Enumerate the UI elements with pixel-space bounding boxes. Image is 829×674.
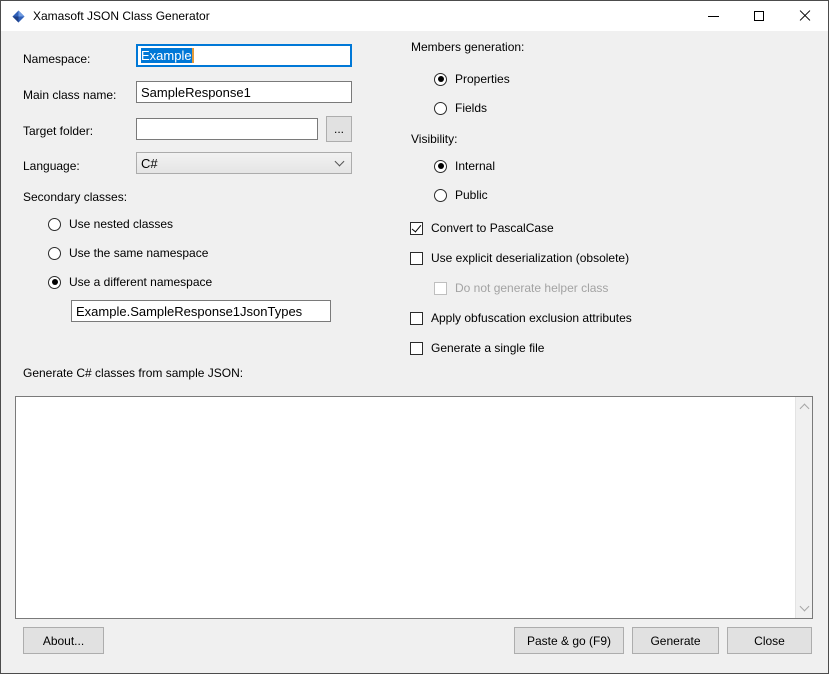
main-class-input[interactable]: SampleResponse1 [136,81,352,103]
radio-label: Fields [455,101,487,115]
scroll-up-icon[interactable] [799,404,809,414]
secondary-namespace-input[interactable]: Example.SampleResponse1JsonTypes [71,300,331,322]
radio-use-different-namespace[interactable]: Use a different namespace [48,275,212,289]
checkbox-icon [410,312,423,325]
radio-label: Internal [455,159,495,173]
target-folder-label: Target folder: [23,124,93,138]
namespace-label: Namespace: [23,52,90,66]
radio-icon [48,247,61,260]
secondary-namespace-value: Example.SampleResponse1JsonTypes [76,304,302,319]
json-input-area[interactable] [15,396,813,619]
paste-go-button-label: Paste & go (F9) [527,634,611,648]
form-content: Namespace: Example Main class name: Samp… [1,31,828,673]
main-class-value: SampleResponse1 [141,85,251,100]
checkbox-obfuscation-exclusion[interactable]: Apply obfuscation exclusion attributes [410,311,632,325]
checkbox-icon [410,222,423,235]
radio-icon [434,160,447,173]
radio-label: Use nested classes [69,217,173,231]
window-title: Xamasoft JSON Class Generator [33,9,690,23]
namespace-value: Example [141,48,192,63]
checkbox-label: Generate a single file [431,341,544,355]
radio-icon [48,218,61,231]
checkbox-icon [434,282,447,295]
radio-public[interactable]: Public [434,188,488,202]
minimize-button[interactable] [690,1,736,31]
scroll-down-icon[interactable] [799,602,809,612]
target-folder-input[interactable] [136,118,318,140]
maximize-button[interactable] [736,1,782,31]
close-button-label: Close [754,634,785,648]
app-window: Xamasoft JSON Class Generator Namespace:… [0,0,829,674]
members-generation-label: Members generation: [411,40,524,54]
checkbox-convert-pascalcase[interactable]: Convert to PascalCase [410,221,554,235]
radio-icon [434,102,447,115]
radio-label: Use a different namespace [69,275,212,289]
generate-button[interactable]: Generate [632,627,719,654]
language-select[interactable]: C# [136,152,352,174]
paste-go-button[interactable]: Paste & go (F9) [514,627,624,654]
radio-use-same-namespace[interactable]: Use the same namespace [48,246,208,260]
checkbox-label: Do not generate helper class [455,281,608,295]
about-button-label: About... [43,634,84,648]
radio-use-nested-classes[interactable]: Use nested classes [48,217,173,231]
radio-label: Use the same namespace [69,246,208,260]
radio-label: Properties [455,72,510,86]
app-icon [12,10,25,23]
json-input-label: Generate C# classes from sample JSON: [23,366,243,380]
radio-fields[interactable]: Fields [434,101,487,115]
about-button[interactable]: About... [23,627,104,654]
checkbox-label: Use explicit deserialization (obsolete) [431,251,629,265]
radio-icon [434,189,447,202]
browse-icon: ... [334,122,344,136]
checkbox-icon [410,342,423,355]
radio-icon [48,276,61,289]
title-bar: Xamasoft JSON Class Generator [1,1,828,31]
main-class-label: Main class name: [23,88,116,102]
maximize-icon [754,11,764,21]
browse-folder-button[interactable]: ... [326,116,352,142]
combo-arrow-icon [335,157,345,167]
checkbox-icon [410,252,423,265]
close-dialog-button[interactable]: Close [727,627,812,654]
vertical-scrollbar[interactable] [795,397,812,618]
checkbox-label: Convert to PascalCase [431,221,554,235]
checkbox-label: Apply obfuscation exclusion attributes [431,311,632,325]
visibility-label: Visibility: [411,132,457,146]
checkbox-explicit-deserialization[interactable]: Use explicit deserialization (obsolete) [410,251,629,265]
minimize-icon [708,16,719,17]
text-caret [192,48,194,63]
secondary-classes-label: Secondary classes: [23,190,127,204]
close-button[interactable] [782,1,828,31]
radio-label: Public [455,188,488,202]
generate-button-label: Generate [650,634,700,648]
json-input-text[interactable] [16,397,795,618]
language-value: C# [141,156,336,171]
checkbox-single-file[interactable]: Generate a single file [410,341,544,355]
checkbox-no-helper-class: Do not generate helper class [434,281,608,295]
radio-icon [434,73,447,86]
close-icon [799,10,811,22]
radio-internal[interactable]: Internal [434,159,495,173]
radio-properties[interactable]: Properties [434,72,510,86]
namespace-input[interactable]: Example [136,44,352,67]
language-label: Language: [23,159,80,173]
